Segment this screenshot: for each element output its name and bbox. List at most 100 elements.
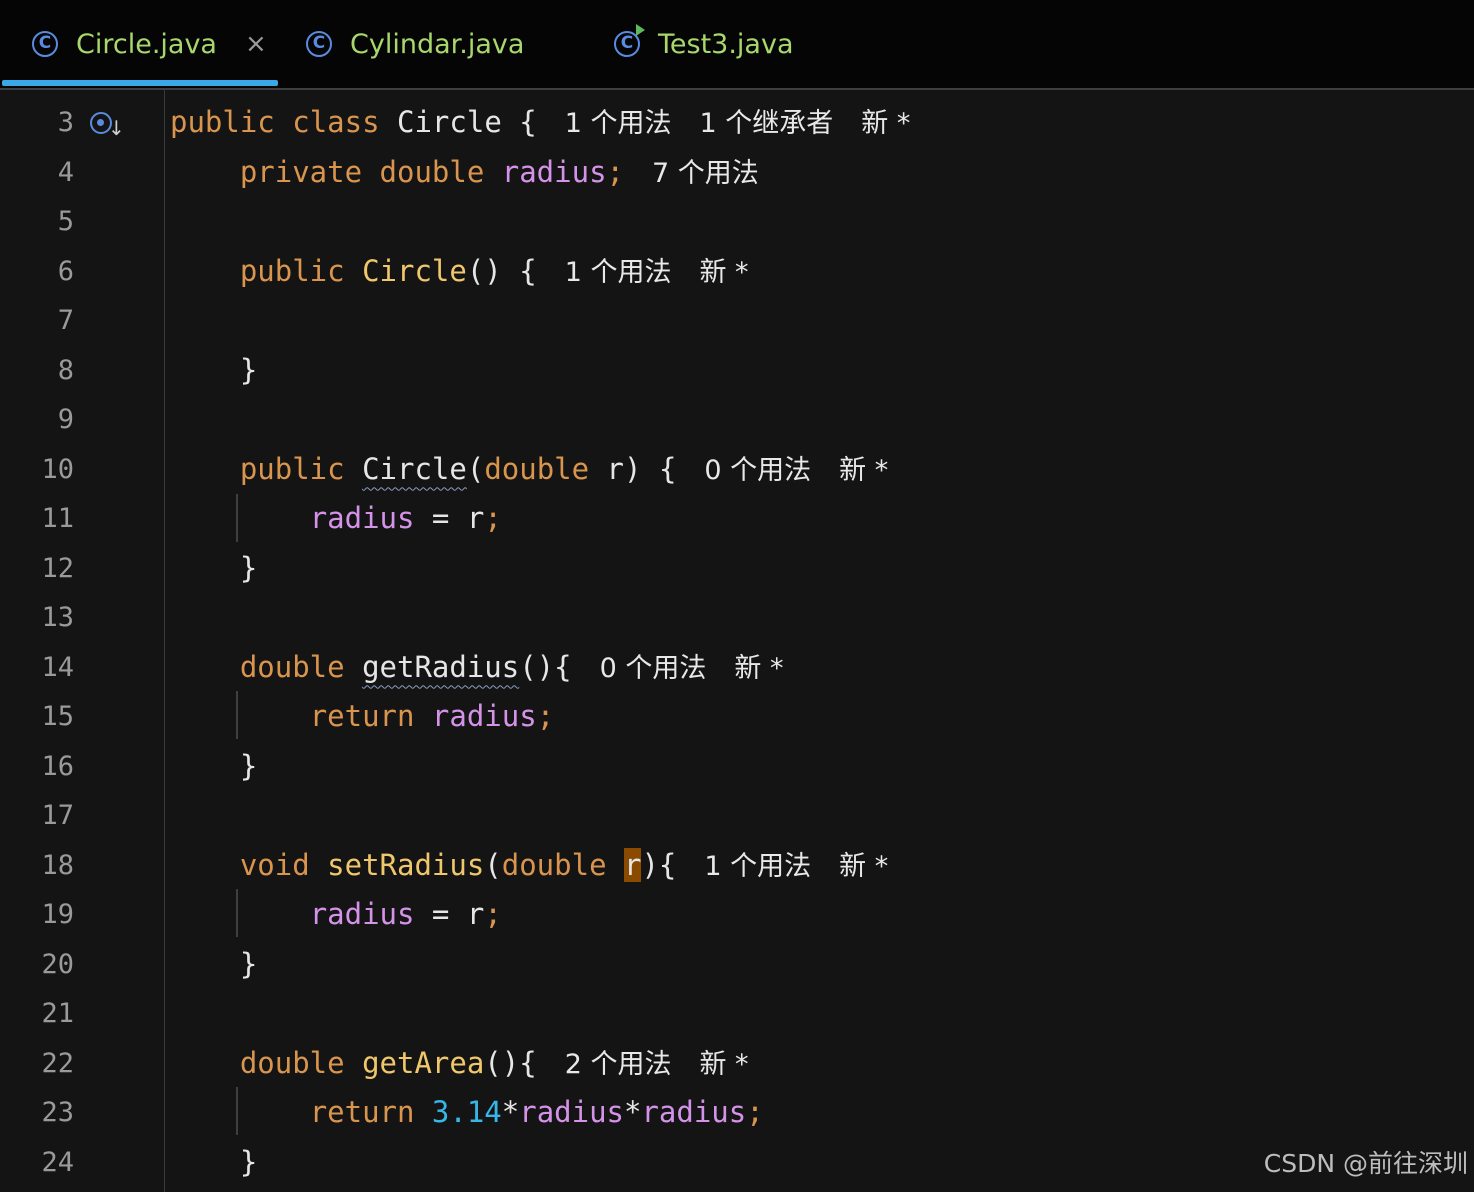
code-text: () { [466, 253, 537, 288]
field: radius [431, 699, 537, 733]
editor-tab-bar: C Circle.java × C Cylindar.java C Test3.… [0, 0, 1474, 90]
line-number: 4 [57, 156, 74, 188]
paren: ( [466, 451, 485, 486]
code-line-16[interactable]: } [170, 742, 257, 792]
paren: ( [484, 847, 502, 882]
semicolon: ; [484, 501, 502, 535]
inheritors-hint[interactable]: 1 个继承者 [699, 108, 833, 139]
brace: } [239, 1144, 258, 1179]
keyword: public [239, 253, 345, 288]
tab-test3-java[interactable]: C Test3.java [614, 0, 794, 88]
constructor-name: Circle [362, 253, 467, 288]
usages-hint[interactable]: 1 个用法 [704, 851, 811, 882]
keyword: double [501, 847, 607, 882]
keyword: double [484, 451, 590, 486]
line-number: 6 [57, 255, 74, 287]
method-name: getRadius [362, 649, 520, 684]
operator: = [431, 897, 450, 931]
parameter-highlighted: r [624, 847, 642, 882]
line-number: 19 [41, 899, 74, 930]
field: radius [309, 501, 415, 535]
author-hint[interactable]: 新 * [699, 1049, 748, 1080]
code-line-8[interactable]: } [170, 346, 257, 396]
code-line-20[interactable]: } [170, 940, 257, 990]
brace: } [239, 352, 258, 387]
code-line-24[interactable]: } [170, 1138, 257, 1188]
code-line-6[interactable]: public Circle() { 1 个用法新 * [170, 247, 749, 297]
active-tab-indicator [2, 80, 278, 86]
close-icon[interactable]: × [245, 29, 267, 59]
gutter-separator [164, 90, 165, 1192]
line-number: 10 [41, 453, 74, 485]
line-number: 20 [41, 948, 74, 980]
line-number: 3 [57, 107, 74, 138]
tab-cylindar-java[interactable]: C Cylindar.java [306, 0, 524, 88]
usages-hint[interactable]: 0 个用法 [600, 653, 707, 684]
semicolon: ; [484, 897, 502, 931]
brace: } [239, 748, 258, 783]
keyword: public [170, 105, 275, 139]
code-text: (){ [484, 1045, 537, 1080]
author-hint[interactable]: 新 * [861, 108, 910, 139]
keyword: class [292, 105, 380, 139]
line-number: 5 [57, 206, 74, 237]
operator: * [501, 1095, 520, 1129]
line-number: 12 [41, 552, 74, 584]
code-line-18[interactable]: void setRadius(double r){1 个用法新 * [170, 841, 888, 891]
code-line-14[interactable]: double getRadius(){ 0 个用法新 * [170, 643, 784, 693]
constructor-name: Circle [362, 451, 467, 486]
keyword: private [239, 154, 363, 189]
keyword: void [239, 847, 310, 882]
class-icon: C [306, 31, 332, 57]
usages-hint[interactable]: 7 个用法 [652, 158, 759, 189]
line-number: 9 [57, 404, 74, 435]
keyword: double [239, 649, 345, 684]
line-number: 16 [41, 750, 74, 782]
line-number: 7 [57, 305, 74, 336]
brace: } [239, 946, 258, 981]
usages-hint[interactable]: 1 个用法 [565, 257, 672, 288]
line-number: 15 [41, 701, 74, 732]
brace: { [519, 105, 537, 139]
code-editor[interactable]: 3 4 5 6 7 8 9 10 11 12 13 14 15 16 17 18… [0, 90, 1474, 1192]
semicolon: ; [536, 699, 555, 733]
usages-hint[interactable]: 1 个用法 [565, 108, 672, 139]
author-hint[interactable]: 新 * [734, 653, 783, 684]
code-line-11[interactable]: radius = r; [170, 494, 502, 544]
line-number: 18 [41, 849, 74, 881]
variable: r [466, 897, 485, 931]
runnable-class-icon: C [614, 24, 645, 57]
variable: r [466, 501, 485, 535]
keyword: public [239, 451, 345, 486]
line-number: 22 [41, 1047, 74, 1079]
tab-circle-java[interactable]: C Circle.java × [32, 0, 267, 88]
code-line-10[interactable]: public Circle(double r) {0 个用法新 * [170, 445, 888, 495]
code-line-3[interactable]: public class Circle {1 个用法 1 个继承者新 * [170, 98, 910, 148]
author-hint[interactable]: 新 * [699, 257, 748, 288]
author-hint[interactable]: 新 * [839, 455, 888, 486]
code-line-19[interactable]: radius = r; [170, 890, 502, 940]
code-line-12[interactable]: } [170, 544, 257, 594]
method-name: getArea [362, 1045, 485, 1080]
brace: } [239, 550, 258, 585]
tab-label: Test3.java [658, 28, 794, 60]
code-text: (){ [519, 649, 572, 684]
line-number: 23 [41, 1097, 74, 1128]
class-icon: C [32, 31, 58, 57]
number-literal: 3.14 [431, 1095, 502, 1129]
code-line-4[interactable]: private double radius; 7 个用法 [170, 148, 759, 198]
code-line-15[interactable]: return radius; [170, 692, 554, 742]
keyword: double [379, 154, 485, 189]
code-line-23[interactable]: return 3.14*radius*radius; [170, 1088, 764, 1138]
operator: * [624, 1095, 642, 1129]
author-hint[interactable]: 新 * [839, 851, 888, 882]
semicolon: ; [606, 154, 624, 189]
field: radius [641, 1095, 747, 1129]
usages-hint[interactable]: 0 个用法 [704, 455, 811, 486]
method-name: setRadius [327, 847, 485, 882]
tab-label: Circle.java [76, 28, 217, 60]
usages-hint[interactable]: 2 个用法 [565, 1049, 672, 1080]
field: radius [309, 897, 415, 931]
code-line-22[interactable]: double getArea(){2 个用法新 * [170, 1039, 749, 1089]
keyword: return [309, 699, 415, 733]
